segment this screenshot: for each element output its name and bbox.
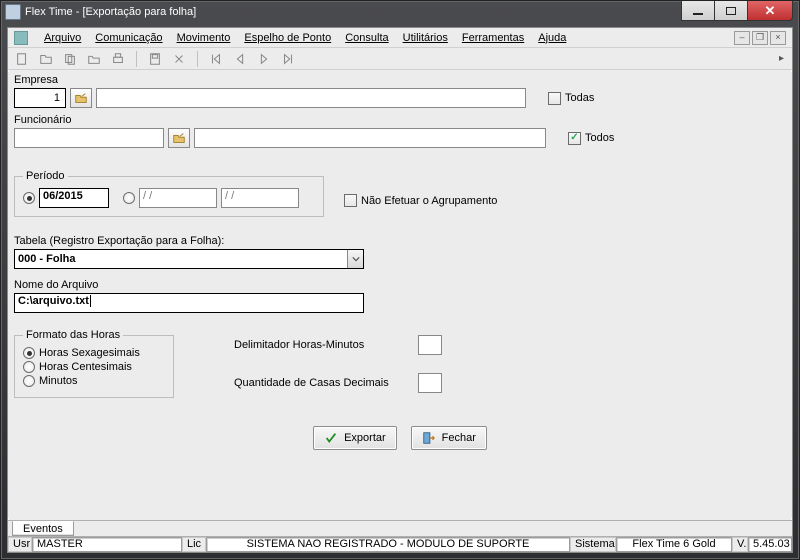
menu-arquivo[interactable]: Arquivo bbox=[44, 32, 81, 44]
window-minimize-button[interactable] bbox=[681, 1, 715, 21]
mdi-child-icon[interactable] bbox=[14, 31, 28, 45]
application-window: Flex Time - [Exportação para folha] ✕ Ar… bbox=[0, 0, 800, 560]
mdi-restore-button[interactable]: ❐ bbox=[752, 31, 768, 45]
funcionario-label: Funcionário bbox=[14, 114, 786, 126]
status-sistema-label: Sistema bbox=[570, 537, 616, 552]
tb-folder-icon[interactable] bbox=[86, 51, 102, 67]
status-usr-value: MASTER bbox=[32, 537, 182, 552]
nao-agrupamento-checkbox[interactable] bbox=[344, 194, 357, 207]
fechar-button[interactable]: Fechar bbox=[411, 426, 487, 450]
window-title: Flex Time - [Exportação para folha] bbox=[25, 6, 196, 18]
tb-first-icon[interactable] bbox=[208, 51, 224, 67]
menu-movimento[interactable]: Movimento bbox=[177, 32, 231, 44]
tb-new-icon[interactable] bbox=[14, 51, 30, 67]
periodo-legend: Período bbox=[23, 170, 68, 182]
empresa-label: Empresa bbox=[14, 74, 786, 86]
events-tab-strip: Eventos bbox=[8, 520, 792, 536]
toolbar-separator bbox=[136, 51, 137, 67]
periodo-radio-1[interactable] bbox=[23, 192, 35, 204]
toolbar-separator bbox=[197, 51, 198, 67]
tb-print-icon[interactable] bbox=[110, 51, 126, 67]
tabela-label: Tabela (Registro Exportação para a Folha… bbox=[14, 235, 786, 247]
formato-cent-radio[interactable] bbox=[23, 361, 35, 373]
exit-door-icon bbox=[422, 431, 436, 445]
tb-cancel-icon[interactable] bbox=[171, 51, 187, 67]
status-bar: Usr MASTER Lic SISTEMA NAO REGISTRADO - … bbox=[8, 536, 792, 552]
tb-save-icon[interactable] bbox=[147, 51, 163, 67]
export-form: Empresa Todas Funcionário bbox=[8, 72, 792, 518]
empresa-code-input[interactable] bbox=[14, 88, 66, 108]
mdi-minimize-button[interactable]: – bbox=[734, 31, 750, 45]
menu-espelho[interactable]: Espelho de Ponto bbox=[244, 32, 331, 44]
menu-utilitarios[interactable]: Utilitários bbox=[403, 32, 448, 44]
periodo-input-1[interactable]: 06/2015 bbox=[39, 188, 109, 208]
empresa-lookup-button[interactable] bbox=[70, 88, 92, 108]
empresa-desc-input[interactable] bbox=[96, 88, 526, 108]
nome-arquivo-label: Nome do Arquivo bbox=[14, 279, 786, 291]
mdi-client: Arquivo Comunicação Movimento Espelho de… bbox=[7, 27, 793, 553]
formato-cent-label: Horas Centesimais bbox=[39, 361, 132, 373]
tb-last-icon[interactable] bbox=[280, 51, 296, 67]
todos-label: Todos bbox=[585, 132, 614, 144]
title-bar[interactable]: Flex Time - [Exportação para folha] bbox=[1, 1, 799, 23]
app-icon bbox=[5, 4, 21, 20]
status-ver-value: 5.45.03 bbox=[748, 537, 792, 552]
menu-comunicacao[interactable]: Comunicação bbox=[95, 32, 162, 44]
casas-decimais-label: Quantidade de Casas Decimais bbox=[234, 377, 404, 389]
status-ver-label: V. bbox=[732, 537, 748, 552]
tb-next-icon[interactable] bbox=[256, 51, 272, 67]
delimitador-input[interactable] bbox=[418, 335, 442, 355]
todas-label: Todas bbox=[565, 92, 594, 104]
formato-sex-radio[interactable] bbox=[23, 347, 35, 359]
nome-arquivo-value: C:\arquivo.txt bbox=[18, 295, 91, 307]
funcionario-code-input[interactable] bbox=[14, 128, 164, 148]
mdi-close-button[interactable]: × bbox=[770, 31, 786, 45]
tabela-select[interactable]: 000 - Folha bbox=[14, 249, 364, 269]
exportar-button[interactable]: Exportar bbox=[313, 426, 397, 450]
casas-decimais-input[interactable] bbox=[418, 373, 442, 393]
todas-checkbox[interactable] bbox=[548, 92, 561, 105]
tb-prev-icon[interactable] bbox=[232, 51, 248, 67]
periodo-input-3[interactable]: / / bbox=[221, 188, 299, 208]
chevron-down-icon bbox=[347, 250, 363, 268]
window-close-button[interactable]: ✕ bbox=[747, 1, 793, 21]
tb-copy-icon[interactable] bbox=[62, 51, 78, 67]
status-lic-value: SISTEMA NAO REGISTRADO - MODULO DE SUPOR… bbox=[206, 537, 570, 552]
tabela-selected-value: 000 - Folha bbox=[15, 253, 347, 265]
todos-checkbox[interactable] bbox=[568, 132, 581, 145]
window-maximize-button[interactable] bbox=[714, 1, 748, 21]
eventos-tab[interactable]: Eventos bbox=[12, 521, 74, 536]
status-sistema-value: Flex Time 6 Gold bbox=[616, 537, 732, 552]
formato-min-label: Minutos bbox=[39, 375, 78, 387]
periodo-input-2[interactable]: / / bbox=[139, 188, 217, 208]
menu-ajuda[interactable]: Ajuda bbox=[538, 32, 566, 44]
nao-agrupamento-label: Não Efetuar o Agrupamento bbox=[361, 195, 497, 207]
menu-consulta[interactable]: Consulta bbox=[345, 32, 388, 44]
formato-horas-legend: Formato das Horas bbox=[23, 329, 123, 341]
check-icon bbox=[324, 431, 338, 445]
periodo-radio-2[interactable] bbox=[123, 192, 135, 204]
fechar-button-label: Fechar bbox=[442, 432, 476, 444]
menu-ferramentas[interactable]: Ferramentas bbox=[462, 32, 524, 44]
tb-open-icon[interactable] bbox=[38, 51, 54, 67]
funcionario-lookup-button[interactable] bbox=[168, 128, 190, 148]
toolbar-overflow-icon[interactable]: ▸ bbox=[779, 53, 786, 64]
status-lic-label: Lic bbox=[182, 537, 206, 552]
toolbar: ▸ bbox=[8, 48, 792, 70]
funcionario-desc-input[interactable] bbox=[194, 128, 546, 148]
nome-arquivo-input[interactable]: C:\arquivo.txt bbox=[14, 293, 364, 313]
formato-sex-label: Horas Sexagesimais bbox=[39, 347, 140, 359]
delimitador-label: Delimitador Horas-Minutos bbox=[234, 339, 404, 351]
status-usr-label: Usr bbox=[8, 537, 32, 552]
menu-bar: Arquivo Comunicação Movimento Espelho de… bbox=[8, 28, 792, 48]
exportar-button-label: Exportar bbox=[344, 432, 386, 444]
formato-min-radio[interactable] bbox=[23, 375, 35, 387]
